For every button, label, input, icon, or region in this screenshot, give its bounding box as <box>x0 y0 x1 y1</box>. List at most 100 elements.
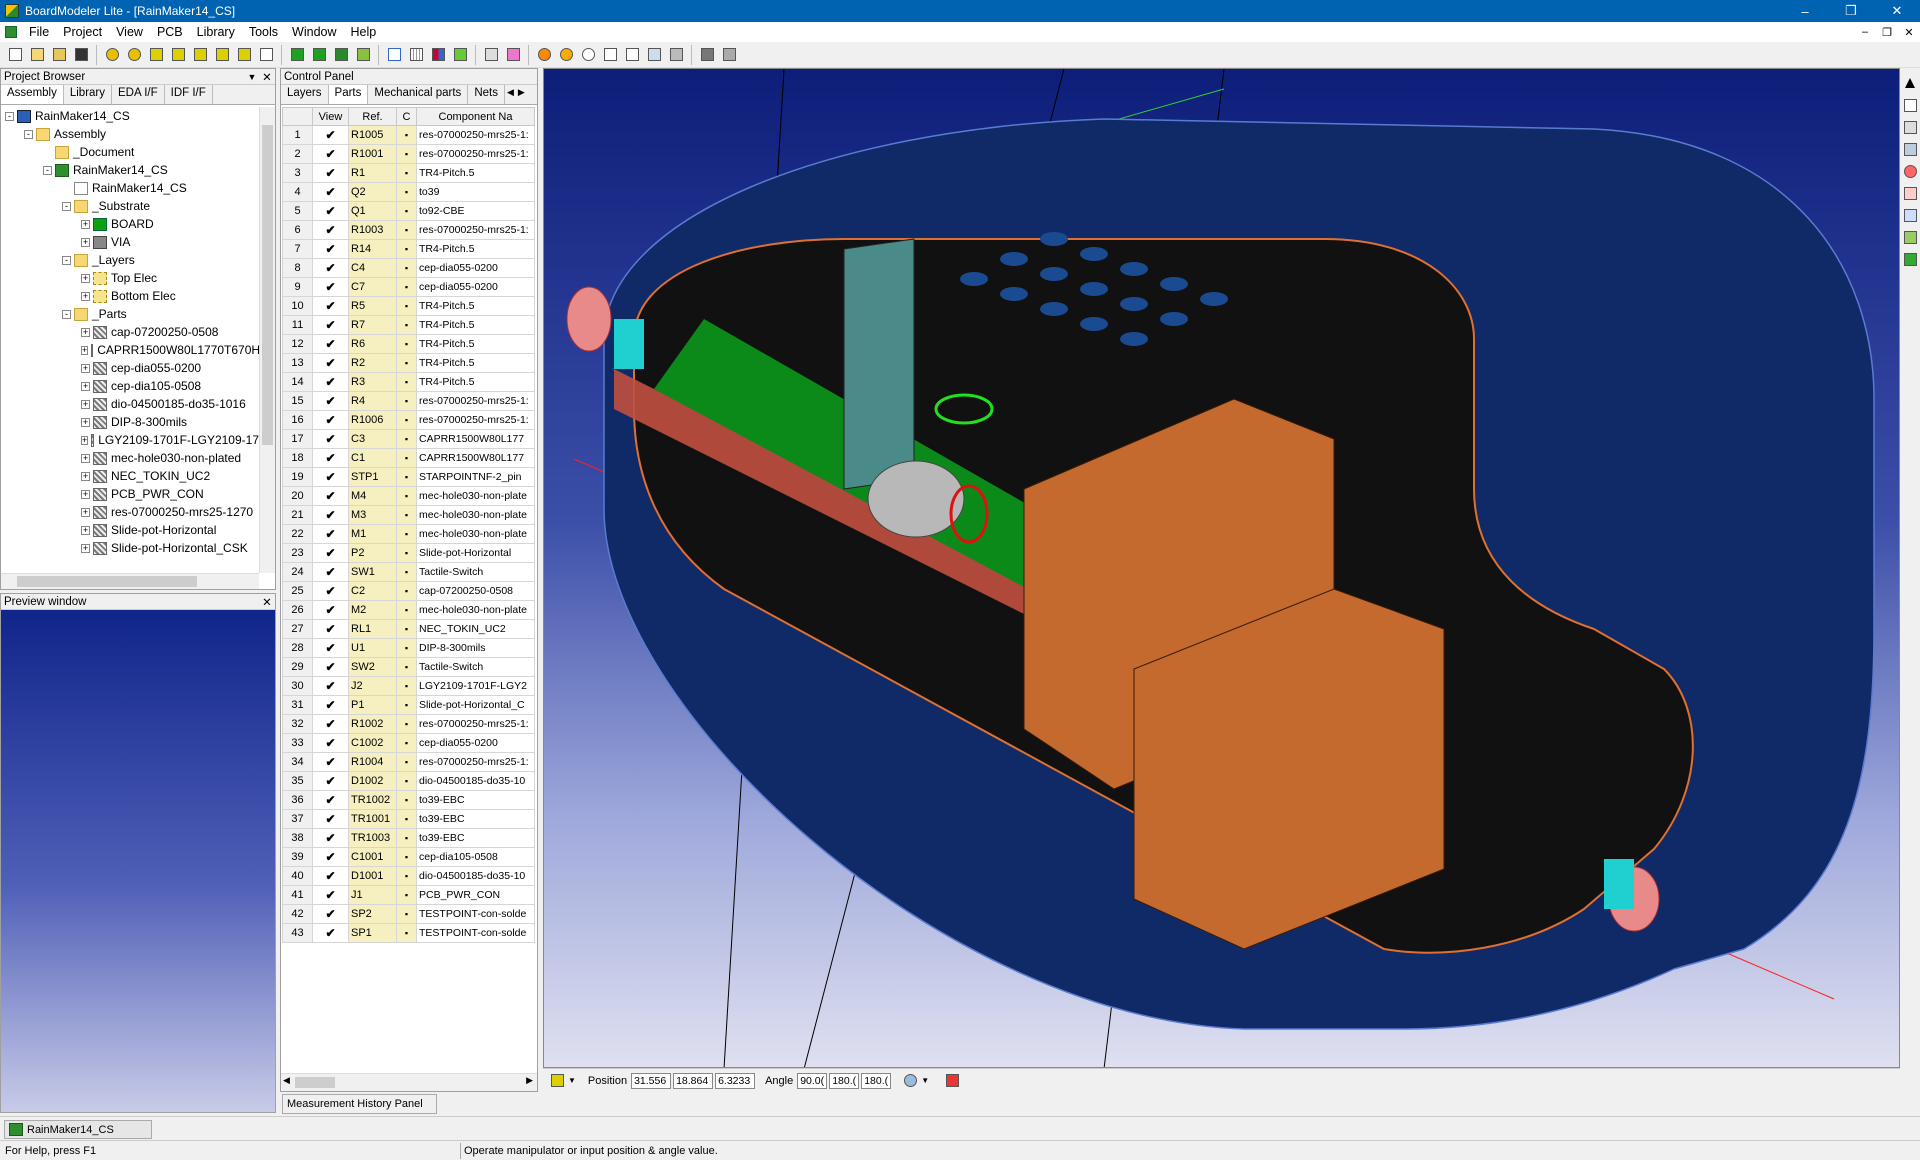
ref-cell[interactable]: J1 <box>348 885 397 905</box>
open-project-icon[interactable] <box>49 45 69 65</box>
view-icon[interactable] <box>666 45 686 65</box>
view-checkbox[interactable]: ✔ <box>312 220 349 240</box>
view-checkbox[interactable]: ✔ <box>312 486 349 506</box>
collapse-icon[interactable]: - <box>5 111 14 121</box>
measure-icon[interactable] <box>1900 117 1920 137</box>
column-header-component-name[interactable]: Component Na <box>416 107 535 126</box>
view-checkbox[interactable]: ✔ <box>312 904 349 924</box>
box-stack-icon[interactable] <box>168 45 188 65</box>
ref-cell[interactable]: C4 <box>348 258 397 278</box>
ref-cell[interactable]: M4 <box>348 486 397 506</box>
position-y-field[interactable]: 18.864 <box>673 1072 714 1089</box>
table-row[interactable]: 8 ✔ C4 ▪ cep-dia055-0200 <box>282 258 535 278</box>
ref-cell[interactable]: R1005 <box>348 125 397 145</box>
ref-cell[interactable]: D1002 <box>348 771 397 791</box>
table-row[interactable]: 4 ✔ Q2 ▪ to39 <box>282 182 535 202</box>
expand-icon[interactable]: + <box>81 471 90 481</box>
view-checkbox[interactable]: ✔ <box>312 315 349 335</box>
color-cell[interactable]: ▪ <box>396 448 417 468</box>
ref-cell[interactable]: C2 <box>348 581 397 601</box>
view-checkbox[interactable]: ✔ <box>312 334 349 354</box>
ref-cell[interactable]: C1001 <box>348 847 397 867</box>
view-checkbox[interactable]: ✔ <box>312 676 349 696</box>
chart-icon[interactable] <box>384 45 404 65</box>
table-row[interactable]: 38 ✔ TR1003 ▪ to39-EBC <box>282 828 535 848</box>
component-name-cell[interactable]: cep-dia055-0200 <box>416 733 535 753</box>
chevron-down-icon[interactable]: ▼ <box>568 1076 576 1085</box>
expand-icon[interactable]: + <box>81 237 90 247</box>
view-checkbox[interactable]: ✔ <box>312 239 349 259</box>
view-checkbox[interactable]: ✔ <box>312 847 349 867</box>
3d-viewport[interactable] <box>543 68 1900 1068</box>
tree-node[interactable]: - _Parts <box>1 305 259 323</box>
component-name-cell[interactable]: NEC_TOKIN_UC2 <box>416 619 535 639</box>
view-checkbox[interactable]: ✔ <box>312 885 349 905</box>
table-row[interactable]: 32 ✔ R1002 ▪ res-07000250-mrs25-1: <box>282 714 535 734</box>
tree-node[interactable]: - _Substrate <box>1 197 259 215</box>
table-row[interactable]: 29 ✔ SW2 ▪ Tactile-Switch <box>282 657 535 677</box>
table-row[interactable]: 6 ✔ R1003 ▪ res-07000250-mrs25-1: <box>282 220 535 240</box>
ref-cell[interactable]: SW1 <box>348 562 397 582</box>
menu-pcb[interactable]: PCB <box>150 25 190 39</box>
position-z-field[interactable]: 6.3233 <box>715 1072 756 1089</box>
ref-cell[interactable]: R1004 <box>348 752 397 772</box>
expand-icon[interactable]: + <box>81 489 90 499</box>
expand-icon[interactable]: + <box>81 291 90 301</box>
color-cell[interactable]: ▪ <box>396 752 417 772</box>
color-cell[interactable]: ▪ <box>396 600 417 620</box>
close-button[interactable]: ✕ <box>1874 0 1920 22</box>
preview-canvas[interactable] <box>1 610 275 1112</box>
table-row[interactable]: 2 ✔ R1001 ▪ res-07000250-mrs25-1: <box>282 144 535 164</box>
box-group-icon[interactable] <box>190 45 210 65</box>
layers-icon[interactable] <box>450 45 470 65</box>
view-checkbox[interactable]: ✔ <box>312 182 349 202</box>
view-checkbox[interactable]: ✔ <box>312 790 349 810</box>
expand-icon[interactable]: + <box>81 345 89 355</box>
component-name-cell[interactable]: Tactile-Switch <box>416 562 535 582</box>
table-row[interactable]: 35 ✔ D1002 ▪ dio-04500185-do35-10 <box>282 771 535 791</box>
component-name-cell[interactable]: TR4-Pitch.5 <box>416 334 535 354</box>
component-name-cell[interactable]: LGY2109-1701F-LGY2 <box>416 676 535 696</box>
ref-cell[interactable]: M2 <box>348 600 397 620</box>
table-row[interactable]: 24 ✔ SW1 ▪ Tactile-Switch <box>282 562 535 582</box>
color-grid-icon[interactable] <box>428 45 448 65</box>
component-name-cell[interactable]: res-07000250-mrs25-1: <box>416 144 535 164</box>
view-checkbox[interactable]: ✔ <box>312 828 349 848</box>
table-row[interactable]: 10 ✔ R5 ▪ TR4-Pitch.5 <box>282 296 535 316</box>
color-cell[interactable]: ▪ <box>396 657 417 677</box>
ref-cell[interactable]: Q1 <box>348 201 397 221</box>
ref-cell[interactable]: J2 <box>348 676 397 696</box>
ref-cell[interactable]: C1002 <box>348 733 397 753</box>
angle-z-field[interactable]: 180.( <box>861 1072 892 1089</box>
color-cell[interactable]: ▪ <box>396 486 417 506</box>
view-checkbox[interactable]: ✔ <box>312 201 349 221</box>
component-name-cell[interactable]: CAPRR1500W80L177 <box>416 448 535 468</box>
component-name-cell[interactable]: res-07000250-mrs25-1: <box>416 391 535 411</box>
view-checkbox[interactable]: ✔ <box>312 163 349 183</box>
component-name-cell[interactable]: mec-hole030-non-plate <box>416 600 535 620</box>
table-row[interactable]: 43 ✔ SP1 ▪ TESTPOINT-con-solde <box>282 923 535 943</box>
grid-icon[interactable] <box>406 45 426 65</box>
print-icon[interactable] <box>697 45 717 65</box>
component-icon[interactable] <box>102 45 122 65</box>
ref-cell[interactable]: R4 <box>348 391 397 411</box>
color-cell[interactable]: ▪ <box>396 410 417 430</box>
color-cell[interactable]: ▪ <box>396 904 417 924</box>
ref-cell[interactable]: R5 <box>348 296 397 316</box>
move-icon[interactable] <box>578 45 598 65</box>
tab-mechanical-parts[interactable]: Mechanical parts <box>368 85 469 104</box>
cross-section-icon[interactable] <box>481 45 501 65</box>
close-icon[interactable]: ✕ <box>259 70 275 84</box>
ref-cell[interactable]: R14 <box>348 239 397 259</box>
color-cell[interactable]: ▪ <box>396 676 417 696</box>
tree-node[interactable]: + cep-dia055-0200 <box>1 359 259 377</box>
table-row[interactable]: 30 ✔ J2 ▪ LGY2109-1701F-LGY2 <box>282 676 535 696</box>
view-checkbox[interactable]: ✔ <box>312 771 349 791</box>
component-name-cell[interactable]: dio-04500185-do35-10 <box>416 771 535 791</box>
view-checkbox[interactable]: ✔ <box>312 752 349 772</box>
component-name-cell[interactable]: res-07000250-mrs25-1: <box>416 752 535 772</box>
table-row[interactable]: 17 ✔ C3 ▪ CAPRR1500W80L177 <box>282 429 535 449</box>
color-cell[interactable]: ▪ <box>396 695 417 715</box>
manipulator-icon[interactable] <box>547 1071 567 1091</box>
component-name-cell[interactable]: DIP-8-300mils <box>416 638 535 658</box>
